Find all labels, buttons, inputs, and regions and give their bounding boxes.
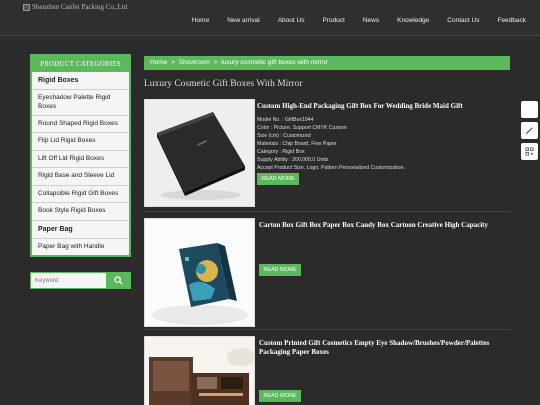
category-rigid-boxes[interactable]: Rigid Boxes: [32, 72, 129, 91]
search-icon: [113, 276, 123, 285]
category-book-style-rigid-boxes[interactable]: Book Style Rigid Boxes: [32, 203, 129, 221]
nav-product[interactable]: Product: [313, 17, 353, 24]
main-nav: Home New arrival About Us Product News K…: [183, 17, 526, 24]
breadcrumb-showroom[interactable]: Showroom: [179, 59, 210, 66]
breadcrumb-separator: >: [213, 59, 218, 66]
nav-about-us[interactable]: About Us: [269, 17, 314, 24]
company-logo[interactable]: Shenzhen Canfei Packing Co.,Ltd: [23, 3, 127, 11]
product-info: Custom Printed Gift Cosmetics Empty Eye …: [259, 336, 512, 357]
nav-knowledge[interactable]: Knowledge: [388, 17, 438, 24]
breadcrumb-separator: >: [171, 59, 175, 66]
search-button[interactable]: [106, 273, 130, 288]
breadcrumb: Home > Showroom > luxury cosmetic gift b…: [144, 56, 510, 70]
nav-news[interactable]: News: [354, 17, 388, 24]
black-gift-box-image: [145, 100, 254, 206]
broken-image-icon: [23, 3, 30, 11]
spec-size: Size (cm) : Customized: [257, 132, 311, 139]
page-title: Luxury Cosmetic Gift Boxes With Mirror: [144, 79, 303, 89]
chat-button[interactable]: [521, 101, 538, 118]
spec-customization: Accept Product Size, Logo, Pattern Perso…: [257, 165, 405, 172]
category-paper-bag[interactable]: Paper Bag: [32, 220, 129, 239]
category-flip-lid-rigid-boxes[interactable]: Flip Lid Rigid Boxes: [32, 133, 129, 151]
keyword-search: [30, 272, 131, 289]
product-categories-panel: PRODUCT CATEGORIES Rigid Boxes Eyeshadow…: [30, 54, 131, 258]
breadcrumb-current: luxury cosmetic gift boxes with mirror: [221, 59, 328, 66]
read-more-button[interactable]: READ MORE: [259, 264, 301, 276]
cosmetic-palette-box-image: [145, 337, 254, 405]
product-info: Carton Box Gift Box Paper Box Candy Box …: [259, 218, 512, 230]
categories-title: PRODUCT CATEGORIES: [32, 56, 129, 72]
spec-category: Category : Rigid Box: [257, 149, 305, 155]
cartoon-gift-box-image: [145, 219, 254, 326]
site-header: Shenzhen Canfei Packing Co.,Ltd Home New…: [0, 0, 540, 36]
search-input[interactable]: [31, 273, 106, 288]
chat-icon: [525, 106, 534, 112]
category-round-shaped-rigid-boxes[interactable]: Round Shaped Rigid Boxes: [32, 115, 129, 134]
product-image[interactable]: [144, 99, 255, 207]
nav-home[interactable]: Home: [183, 17, 218, 24]
spec-color: Color : Picture, Support CMYK Custom: [257, 124, 347, 131]
nav-feedback[interactable]: Feedback: [488, 17, 526, 24]
read-more-button[interactable]: READ MORE: [259, 390, 301, 402]
spec-supply-ability: Supply Ability : 200,000,0 Units: [257, 157, 329, 164]
product-image[interactable]: [144, 336, 255, 405]
product-card: Custom Printed Gift Cosmetics Empty Eye …: [144, 336, 510, 405]
nav-new-arrival[interactable]: New arrival: [218, 17, 269, 24]
product-info: Custom High-End Packaging Gift Box For W…: [257, 99, 510, 172]
category-paper-bag-with-handle[interactable]: Paper Bag with Handle: [32, 238, 129, 256]
category-rigid-base-and-sleeve-lid[interactable]: Rigid Base and Sleeve Lid: [32, 168, 129, 186]
logo-alt-text: Shenzhen Canfei Packing Co.,Ltd: [32, 3, 128, 11]
nav-contact-us[interactable]: Contact Us: [438, 17, 488, 24]
product-card: Carton Box Gift Box Paper Box Candy Box …: [144, 218, 510, 330]
product-title[interactable]: Carton Box Gift Box Paper Box Candy Box …: [259, 218, 512, 230]
product-image[interactable]: [144, 218, 255, 327]
product-card: Custom High-End Packaging Gift Box For W…: [144, 99, 510, 212]
product-title[interactable]: Custom Printed Gift Cosmetics Empty Eye …: [259, 336, 512, 357]
product-specs: Model No. : GiftBox1944 Color : Picture,…: [257, 116, 510, 172]
category-eyeshadow-palette-rigid-boxes[interactable]: Eyeshadow Palette Rigid Boxes: [32, 90, 129, 116]
edit-icon: [525, 127, 533, 135]
qr-code-icon: [525, 147, 534, 156]
product-title[interactable]: Custom High-End Packaging Gift Box For W…: [257, 99, 510, 111]
edit-button[interactable]: [521, 122, 538, 139]
category-lift-off-lid-rigid-boxes[interactable]: Lift Off Lid Rigid Boxes: [32, 150, 129, 169]
read-more-button[interactable]: READ MORE: [257, 173, 299, 185]
qr-code-button[interactable]: [521, 143, 538, 160]
spec-materials: Materials : Chip Board, Fine Paper: [257, 140, 337, 147]
category-collapsible-rigid-gift-boxes[interactable]: Collapsible Rigid Gift Boxes: [32, 185, 129, 204]
breadcrumb-home[interactable]: Home: [150, 59, 167, 66]
spec-model-no: Model No. : GiftBox1944: [257, 116, 314, 123]
